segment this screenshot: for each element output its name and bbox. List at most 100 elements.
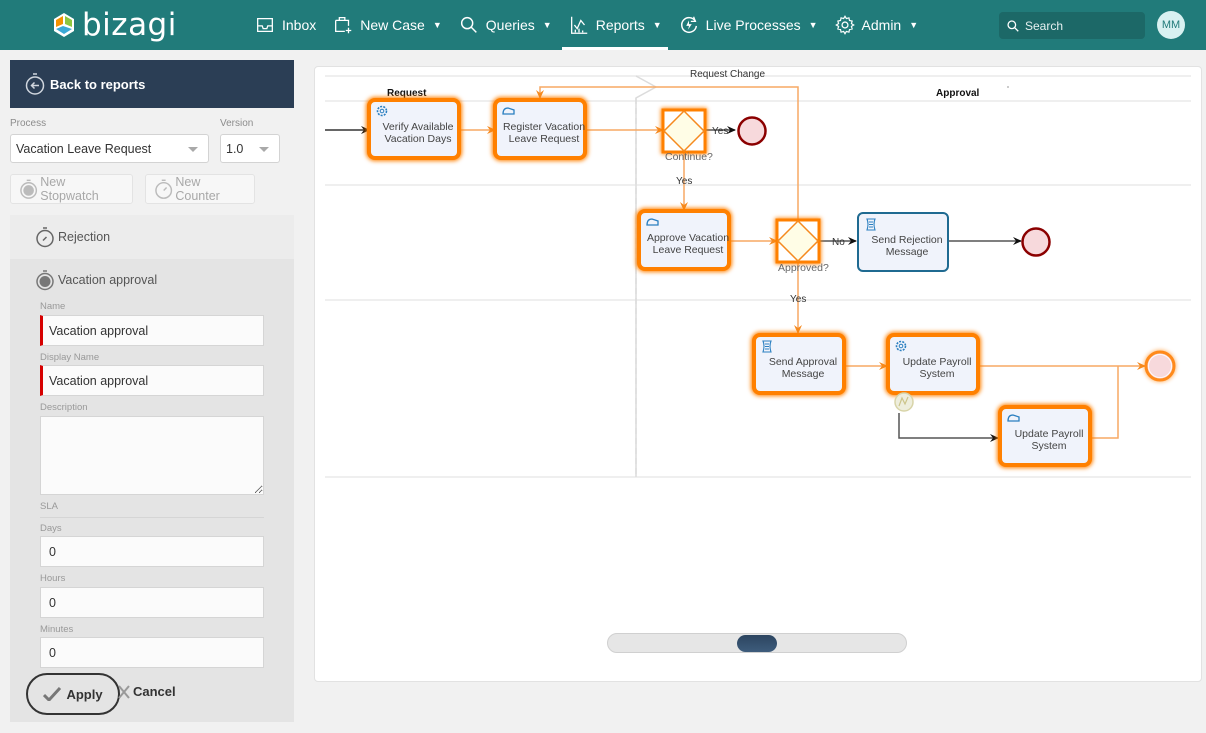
gateway-continue[interactable]: Continue? [661, 108, 713, 163]
gateway-approved[interactable]: Approved? [775, 218, 829, 274]
new-counter-label: New Counter [175, 175, 220, 203]
top-navigation-bar: bizagi Inbox New Case ▼ Queries ▼ Report… [0, 0, 1206, 50]
task-label: System [1031, 440, 1066, 452]
task-update-payroll-1[interactable]: Update PayrollSystem [885, 332, 981, 396]
display-name-field[interactable] [40, 365, 264, 396]
gateway-label: Continue? [665, 151, 713, 163]
nav-label: Inbox [282, 17, 317, 33]
search-icon [460, 16, 477, 33]
end-event-cancelled[interactable] [737, 116, 767, 146]
sla-divider [40, 517, 264, 518]
days-label: Days [40, 523, 62, 534]
end-event-rejected[interactable] [1021, 227, 1051, 257]
name-field[interactable] [40, 315, 264, 346]
live-process-icon [680, 16, 697, 34]
phase-title-approval: Approval [936, 88, 980, 99]
cancel-button[interactable]: Cancel [118, 684, 176, 699]
stopwatch-icon [20, 179, 38, 199]
search-box[interactable] [999, 12, 1145, 39]
task-label: Vacation Days [385, 133, 452, 145]
stopwatch-name: Vacation approval [58, 273, 158, 287]
task-label: Verify Available [382, 121, 453, 133]
user-avatar[interactable]: MM [1157, 11, 1185, 39]
task-label: Message [782, 368, 825, 380]
new-counter-button[interactable]: New Counter [145, 174, 255, 204]
task-send-approval[interactable]: Send ApprovalMessage [751, 332, 847, 396]
flow-label-yes-end: Yes [712, 126, 728, 137]
chevron-down-icon: ▼ [542, 20, 552, 30]
nav-live-processes[interactable]: Live Processes ▼ [670, 0, 826, 50]
task-label: Update Payroll [903, 356, 972, 368]
nav-label: Admin [861, 17, 902, 33]
cancel-label: Cancel [133, 684, 176, 699]
stopwatch-edit-panel: Vacation approval Name Display Name Desc… [10, 259, 294, 722]
stopwatch-item-vacation-approval[interactable]: Vacation approval [35, 269, 157, 291]
search-icon [1007, 19, 1019, 32]
bizagi-logo[interactable]: bizagi [52, 8, 177, 42]
process-diagram: Request Approval Request Change Yes Yes … [325, 69, 1191, 478]
sla-label: SLA [40, 501, 58, 512]
task-label: System [919, 368, 954, 380]
chevron-down-icon [259, 147, 269, 152]
chevron-down-icon: ▼ [652, 20, 662, 30]
back-to-reports-button[interactable]: Back to reports [10, 60, 294, 108]
zoom-slider[interactable] [607, 633, 907, 653]
nav-queries[interactable]: Queries ▼ [450, 0, 560, 50]
process-select-value: Vacation Leave Request [16, 141, 152, 156]
counter-icon [155, 179, 173, 199]
chevron-down-icon: ▼ [808, 20, 818, 30]
task-update-payroll-2[interactable]: Update PayrollSystem [997, 404, 1093, 468]
task-approve[interactable]: Approve VacationLeave Request [636, 208, 732, 272]
main-nav: Inbox New Case ▼ Queries ▼ Reports ▼ Liv… [246, 0, 926, 50]
version-select[interactable]: 1.0 [220, 134, 280, 163]
task-verify[interactable]: Verify AvailableVacation Days [366, 97, 462, 161]
description-label: Description [40, 402, 88, 413]
stopwatch-icon [36, 270, 54, 291]
nav-reports[interactable]: Reports ▼ [560, 0, 670, 50]
phase-separator [635, 75, 658, 477]
task-send-rejection[interactable]: Send RejectionMessage [857, 212, 949, 272]
flow-label-request-change: Request Change [690, 69, 765, 80]
inbox-icon [257, 17, 273, 33]
back-label: Back to reports [50, 76, 146, 92]
task-label: Send Approval [769, 356, 837, 368]
flow-label-yes-continue: Yes [676, 176, 692, 187]
tasks-layer: Verify AvailableVacation Days Register Va… [366, 97, 1093, 468]
task-label: Leave Request [509, 133, 580, 145]
checkmark-icon [43, 687, 62, 701]
task-label: Register Vacation [503, 121, 585, 133]
zoom-slider-handle[interactable] [737, 635, 777, 652]
apply-button[interactable]: Apply [26, 673, 120, 715]
process-label: Process [10, 118, 47, 129]
back-arrow-icon [25, 73, 45, 95]
minutes-field[interactable] [40, 637, 264, 668]
new-case-icon [335, 17, 352, 34]
description-field[interactable] [40, 416, 264, 495]
apply-label: Apply [66, 686, 103, 702]
end-event-completed[interactable] [1144, 350, 1176, 382]
nav-new-case[interactable]: New Case ▼ [324, 0, 450, 50]
version-select-value: 1.0 [226, 141, 244, 156]
flow-label-yes-approved: Yes [790, 294, 806, 305]
task-label: Send Rejection [871, 234, 942, 246]
process-select[interactable]: Vacation Leave Request [10, 134, 209, 163]
hours-field[interactable] [40, 587, 264, 618]
nav-inbox[interactable]: Inbox [246, 0, 324, 50]
days-field[interactable] [40, 536, 264, 567]
process-diagram-canvas[interactable]: Request Approval Request Change Yes Yes … [314, 66, 1202, 682]
nav-label: Live Processes [705, 17, 801, 33]
brand-name: bizagi [82, 6, 177, 43]
nav-admin[interactable]: Admin ▼ [826, 0, 927, 50]
search-input[interactable] [1025, 18, 1135, 33]
display-name-label: Display Name [40, 352, 100, 363]
bizagi-logo-icon [54, 13, 74, 37]
nav-label: Queries [485, 17, 535, 33]
hours-label: Hours [40, 573, 66, 584]
new-stopwatch-button[interactable]: New Stopwatch [10, 174, 133, 204]
counter-icon [36, 227, 54, 248]
chevron-down-icon [188, 147, 198, 152]
boundary-error-event[interactable] [894, 392, 914, 412]
task-register[interactable]: Register VacationLeave Request [492, 97, 588, 161]
stopwatch-item-rejection[interactable]: Rejection [10, 215, 294, 259]
new-stopwatch-label: New Stopwatch [40, 175, 99, 203]
